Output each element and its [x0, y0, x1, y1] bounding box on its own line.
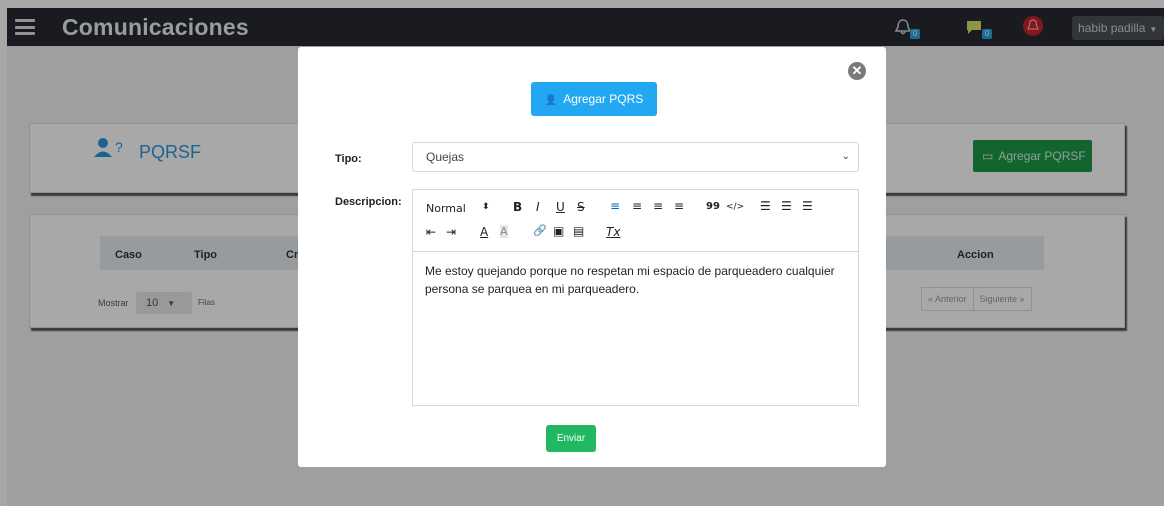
bold-button[interactable]: B — [513, 200, 522, 214]
image-icon[interactable]: ▣ — [553, 224, 564, 238]
align-center-icon[interactable]: ≡ — [632, 199, 642, 213]
align-left-icon[interactable]: ≡ — [610, 199, 620, 213]
link-icon[interactable]: 🔗 — [533, 224, 547, 237]
format-caret-icon[interactable]: ⬍ — [482, 202, 490, 212]
outdent-icon[interactable]: ⇤ — [426, 225, 436, 239]
align-right-icon[interactable]: ≡ — [653, 199, 663, 213]
add-pqrs-modal: ✕ 👤 Agregar PQRS Tipo: Quejas ⌄ Descripci… — [298, 47, 886, 467]
add-pqrs-label: Agregar PQRS — [563, 92, 644, 106]
user-question-icon: 👤 — [544, 95, 558, 106]
indent-icon[interactable]: ⇥ — [446, 225, 456, 239]
align-justify-icon[interactable]: ≡ — [674, 199, 684, 213]
underline-button[interactable]: U — [556, 200, 565, 214]
rich-text-editor: Normal ⬍ B I U S ≡ ≡ ≡ ≡ 99 </> ☰ ☰ ☰ ⇤ … — [412, 189, 859, 406]
ordered-list-icon[interactable]: ☰ — [760, 199, 771, 213]
clean-format-icon[interactable]: Tx — [606, 225, 620, 239]
text-color-icon[interactable]: A — [480, 225, 488, 239]
tipo-select[interactable]: Quejas ⌄ — [412, 142, 859, 172]
tipo-label: Tipo: — [335, 153, 362, 165]
bullet-list-icon[interactable]: ☰ — [781, 199, 792, 213]
tipo-value: Quejas — [426, 150, 465, 164]
italic-button[interactable]: I — [536, 200, 540, 214]
descripcion-label: Descripcion: — [335, 196, 402, 208]
submit-button[interactable]: Enviar — [546, 425, 596, 452]
strike-button[interactable]: S — [577, 200, 585, 214]
add-pqrs-button[interactable]: 👤 Agregar PQRS — [531, 82, 657, 116]
header-format-select[interactable]: Normal — [426, 202, 466, 215]
background-color-icon[interactable]: A — [500, 225, 508, 238]
editor-toolbar: Normal ⬍ B I U S ≡ ≡ ≡ ≡ 99 </> ☰ ☰ ☰ ⇤ … — [413, 190, 858, 252]
close-icon[interactable]: ✕ — [848, 62, 866, 80]
code-icon[interactable]: </> — [726, 202, 744, 212]
chevron-down-icon: ⌄ — [841, 151, 850, 162]
video-icon[interactable]: ▤ — [573, 224, 584, 238]
blockquote-icon[interactable]: 99 — [706, 201, 720, 212]
description-text[interactable]: Me estoy quejando porque no respetan mi … — [425, 262, 850, 298]
check-list-icon[interactable]: ☰ — [802, 199, 813, 213]
